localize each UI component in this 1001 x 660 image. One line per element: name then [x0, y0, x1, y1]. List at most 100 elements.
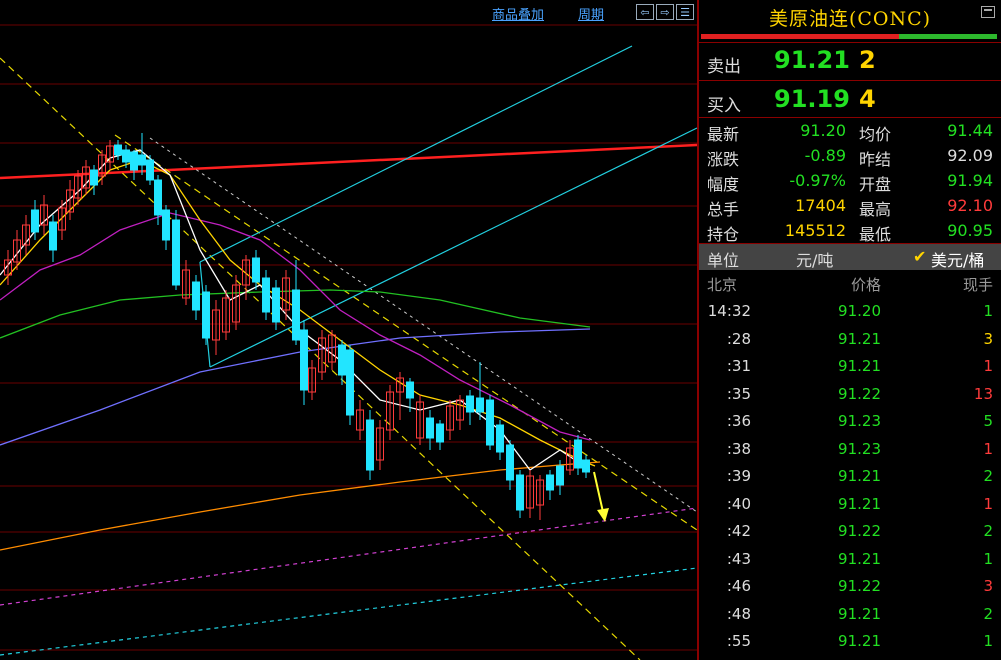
- arrow-head: [597, 508, 609, 522]
- candle-body: [272, 287, 280, 323]
- tick-volume: 1: [983, 494, 993, 513]
- stat-value: 91.20: [800, 121, 846, 140]
- candle-body: [154, 179, 162, 216]
- tick-price: 91.23: [838, 412, 881, 430]
- tick-time: :31: [726, 357, 751, 375]
- buy-price: 91.19: [774, 85, 850, 113]
- tick-price: 91.21: [838, 549, 881, 568]
- candle-body: [546, 474, 554, 491]
- candle-body: [426, 417, 434, 439]
- stat-row: 幅度 -0.97% 开盘 91.94: [699, 171, 1001, 196]
- tick-price: 91.22: [838, 384, 881, 403]
- ratio-green: [899, 34, 997, 39]
- candlestick-chart[interactable]: 商品叠加 周期 ⇦ ⇨ ☰: [0, 0, 697, 660]
- candle-body: [346, 349, 354, 416]
- candle-body: [476, 397, 484, 413]
- stat-value: 92.09: [947, 146, 993, 165]
- stat-label: 总手: [707, 200, 740, 219]
- tick-time: :40: [726, 494, 751, 513]
- tick-time: :36: [726, 412, 751, 430]
- scroll-right-icon[interactable]: ⇨: [656, 4, 674, 20]
- tick-row[interactable]: :31 91.21 1: [699, 357, 1001, 384]
- sell-price: 91.21: [774, 46, 850, 74]
- tick-time: :42: [726, 522, 751, 540]
- scroll-left-icon[interactable]: ⇦: [636, 4, 654, 20]
- tick-row[interactable]: 14:32 91.20 1: [699, 302, 1001, 329]
- ticks-header-time: 北京: [707, 276, 738, 294]
- stat-label: 持仓: [707, 225, 740, 244]
- tick-row[interactable]: :28 91.21 3: [699, 330, 1001, 357]
- candle-body: [114, 144, 122, 156]
- unit-selector[interactable]: 单位 元/吨 ✔ 美元/桶: [699, 244, 1001, 270]
- tick-price: 91.21: [838, 494, 881, 513]
- stat-value: 91.44: [947, 121, 993, 140]
- sell-label: 卖出: [707, 57, 741, 77]
- tick-volume: 3: [983, 329, 993, 348]
- window-toggle-icon[interactable]: [981, 6, 995, 18]
- trend-line: [0, 567, 697, 656]
- stat-label: 幅度: [707, 175, 740, 194]
- tick-row[interactable]: :48 91.21 2: [699, 605, 1001, 632]
- tick-row[interactable]: :55 91.21 1: [699, 632, 1001, 659]
- buy-label: 买入: [707, 96, 741, 116]
- tick-volume: 5: [983, 412, 993, 430]
- tick-volume: 2: [983, 467, 993, 485]
- tick-volume: 1: [983, 439, 993, 458]
- stat-row: 涨跌 -0.89 昨结 92.09: [699, 146, 1001, 171]
- check-icon: ✔: [913, 247, 927, 266]
- stat-label: 涨跌: [707, 150, 740, 169]
- candle-body: [496, 424, 504, 453]
- layout-icon[interactable]: ☰: [676, 4, 694, 20]
- tick-price: 91.21: [838, 604, 881, 623]
- stat-label: 昨结: [859, 150, 892, 169]
- candle-body: [466, 395, 474, 413]
- candle-body: [516, 474, 524, 511]
- candle-body: [122, 149, 130, 163]
- tick-row[interactable]: :42 91.22 2: [699, 522, 1001, 549]
- candle-body: [162, 209, 170, 241]
- tick-row[interactable]: :46 91.22 3: [699, 577, 1001, 604]
- candle-body: [506, 444, 514, 481]
- arrow-annotation: [593, 471, 604, 513]
- ticks-header: 北京 价格 现手: [699, 274, 1001, 296]
- candle-body: [146, 159, 154, 181]
- chart-canvas[interactable]: [0, 0, 697, 660]
- candle-body: [130, 151, 138, 171]
- tick-volume: 2: [983, 522, 993, 540]
- candle-body: [49, 221, 57, 251]
- trend-line: [0, 57, 641, 660]
- candle-body: [202, 291, 210, 339]
- tick-volume: 3: [983, 577, 993, 595]
- unit-option-usd-barrel[interactable]: 美元/桶: [931, 247, 984, 271]
- tick-row[interactable]: :35 91.22 13: [699, 385, 1001, 412]
- period-link[interactable]: 周期: [578, 4, 604, 23]
- candle-body: [556, 465, 564, 486]
- stat-label: 最低: [859, 225, 892, 244]
- stat-row: 总手 17404 最高 92.10: [699, 196, 1001, 221]
- unit-option-yuan-ton[interactable]: 元/吨: [796, 247, 833, 271]
- ticks-header-volume: 现手: [962, 276, 993, 294]
- candle-body: [406, 381, 414, 399]
- candle-body: [582, 459, 590, 473]
- overlay-commodity-link[interactable]: 商品叠加: [492, 4, 544, 23]
- candle-body: [192, 281, 200, 311]
- stat-label: 最高: [859, 200, 892, 219]
- tick-volume: 2: [983, 604, 993, 623]
- tick-row[interactable]: :36 91.23 5: [699, 412, 1001, 439]
- tick-volume: 13: [973, 384, 993, 403]
- stat-label: 均价: [859, 125, 892, 144]
- stat-value: 92.10: [947, 196, 993, 215]
- candle-body: [172, 219, 180, 286]
- tick-row[interactable]: :39 91.21 2: [699, 467, 1001, 494]
- stat-label: 最新: [707, 125, 740, 144]
- trend-line: [199, 45, 633, 263]
- tick-time: :48: [726, 604, 751, 623]
- tick-row[interactable]: :40 91.21 1: [699, 495, 1001, 522]
- candle-body: [262, 277, 270, 313]
- candle-body: [252, 257, 260, 283]
- tick-price: 91.20: [838, 302, 881, 320]
- instrument-title: 美原油连(CONC): [768, 8, 932, 30]
- tick-row[interactable]: :38 91.23 1: [699, 440, 1001, 467]
- tick-row[interactable]: :43 91.21 1: [699, 550, 1001, 577]
- tick-volume: 1: [983, 357, 993, 375]
